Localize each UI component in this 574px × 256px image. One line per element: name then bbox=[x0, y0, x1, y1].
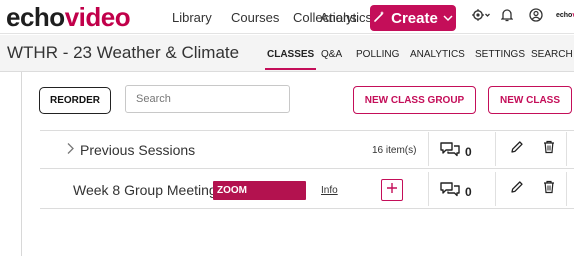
edit-button[interactable] bbox=[509, 180, 525, 199]
new-class-group-button[interactable]: NEW CLASS GROUP bbox=[353, 86, 476, 114]
trash-icon bbox=[543, 140, 555, 159]
account-button[interactable] bbox=[528, 7, 544, 27]
echovideo-logo[interactable]: echovideo bbox=[6, 2, 131, 32]
institution-logo: echov bbox=[556, 12, 574, 19]
nav-courses[interactable]: Courses bbox=[231, 10, 279, 25]
add-media-button[interactable] bbox=[381, 179, 403, 201]
class-title-week-8[interactable]: Week 8 Group Meeting bbox=[73, 182, 217, 198]
plus-icon bbox=[386, 181, 398, 199]
pencil-icon bbox=[510, 180, 524, 199]
course-title: WTHR - 23 Weather & Climate bbox=[7, 43, 240, 62]
chat-bubbles-icon bbox=[439, 141, 461, 162]
create-label: Create bbox=[391, 9, 438, 27]
magic-wand-icon bbox=[373, 10, 386, 26]
top-navigation-bar: echovideo Library Courses Collections An… bbox=[0, 0, 574, 34]
column-divider bbox=[428, 172, 429, 206]
tab-qa[interactable]: Q&A bbox=[321, 49, 342, 60]
discussion-count-previous-sessions[interactable]: 0 bbox=[439, 141, 472, 162]
divider bbox=[40, 168, 574, 169]
tab-polling[interactable]: POLLING bbox=[356, 49, 399, 60]
nav-analytics[interactable]: Analytics bbox=[320, 10, 372, 25]
user-icon bbox=[529, 7, 543, 27]
trash-icon bbox=[543, 180, 555, 199]
tab-settings[interactable]: SETTINGS bbox=[475, 49, 525, 60]
course-header: WTHR - 23 Weather & Climate CLASSES Q&A … bbox=[0, 35, 574, 72]
chat-bubbles-icon bbox=[439, 181, 461, 202]
divider bbox=[40, 208, 574, 209]
create-button[interactable]: Create bbox=[370, 5, 456, 31]
chevron-down-icon bbox=[443, 11, 453, 25]
tab-analytics[interactable]: ANALYTICS bbox=[410, 49, 465, 60]
column-divider bbox=[566, 132, 567, 166]
tab-search[interactable]: SEARCH bbox=[531, 49, 573, 60]
discussion-count-week-8[interactable]: 0 bbox=[439, 181, 472, 202]
pencil-icon bbox=[510, 140, 524, 159]
column-divider bbox=[495, 132, 496, 166]
reorder-button[interactable]: REORDER bbox=[39, 87, 111, 114]
column-divider bbox=[428, 132, 429, 166]
edit-button[interactable] bbox=[509, 140, 525, 159]
settings-menu-button[interactable] bbox=[470, 7, 492, 27]
delete-button[interactable] bbox=[541, 180, 557, 199]
bell-icon bbox=[500, 8, 514, 27]
chevron-right-icon[interactable] bbox=[66, 142, 75, 159]
column-divider bbox=[566, 172, 567, 206]
nav-library[interactable]: Library bbox=[172, 10, 212, 25]
divider bbox=[40, 130, 574, 131]
item-count: 16 item(s) bbox=[372, 145, 417, 156]
group-title-previous-sessions[interactable]: Previous Sessions bbox=[80, 142, 195, 158]
info-link[interactable]: Info bbox=[321, 185, 338, 196]
new-class-button[interactable]: NEW CLASS bbox=[488, 86, 572, 114]
zoom-badge: ZOOM bbox=[213, 181, 306, 200]
column-divider bbox=[495, 172, 496, 206]
notifications-button[interactable] bbox=[499, 7, 515, 27]
delete-button[interactable] bbox=[541, 140, 557, 159]
search-input[interactable] bbox=[125, 85, 290, 113]
gear-icon bbox=[471, 8, 491, 27]
tab-classes[interactable]: CLASSES bbox=[264, 49, 317, 70]
